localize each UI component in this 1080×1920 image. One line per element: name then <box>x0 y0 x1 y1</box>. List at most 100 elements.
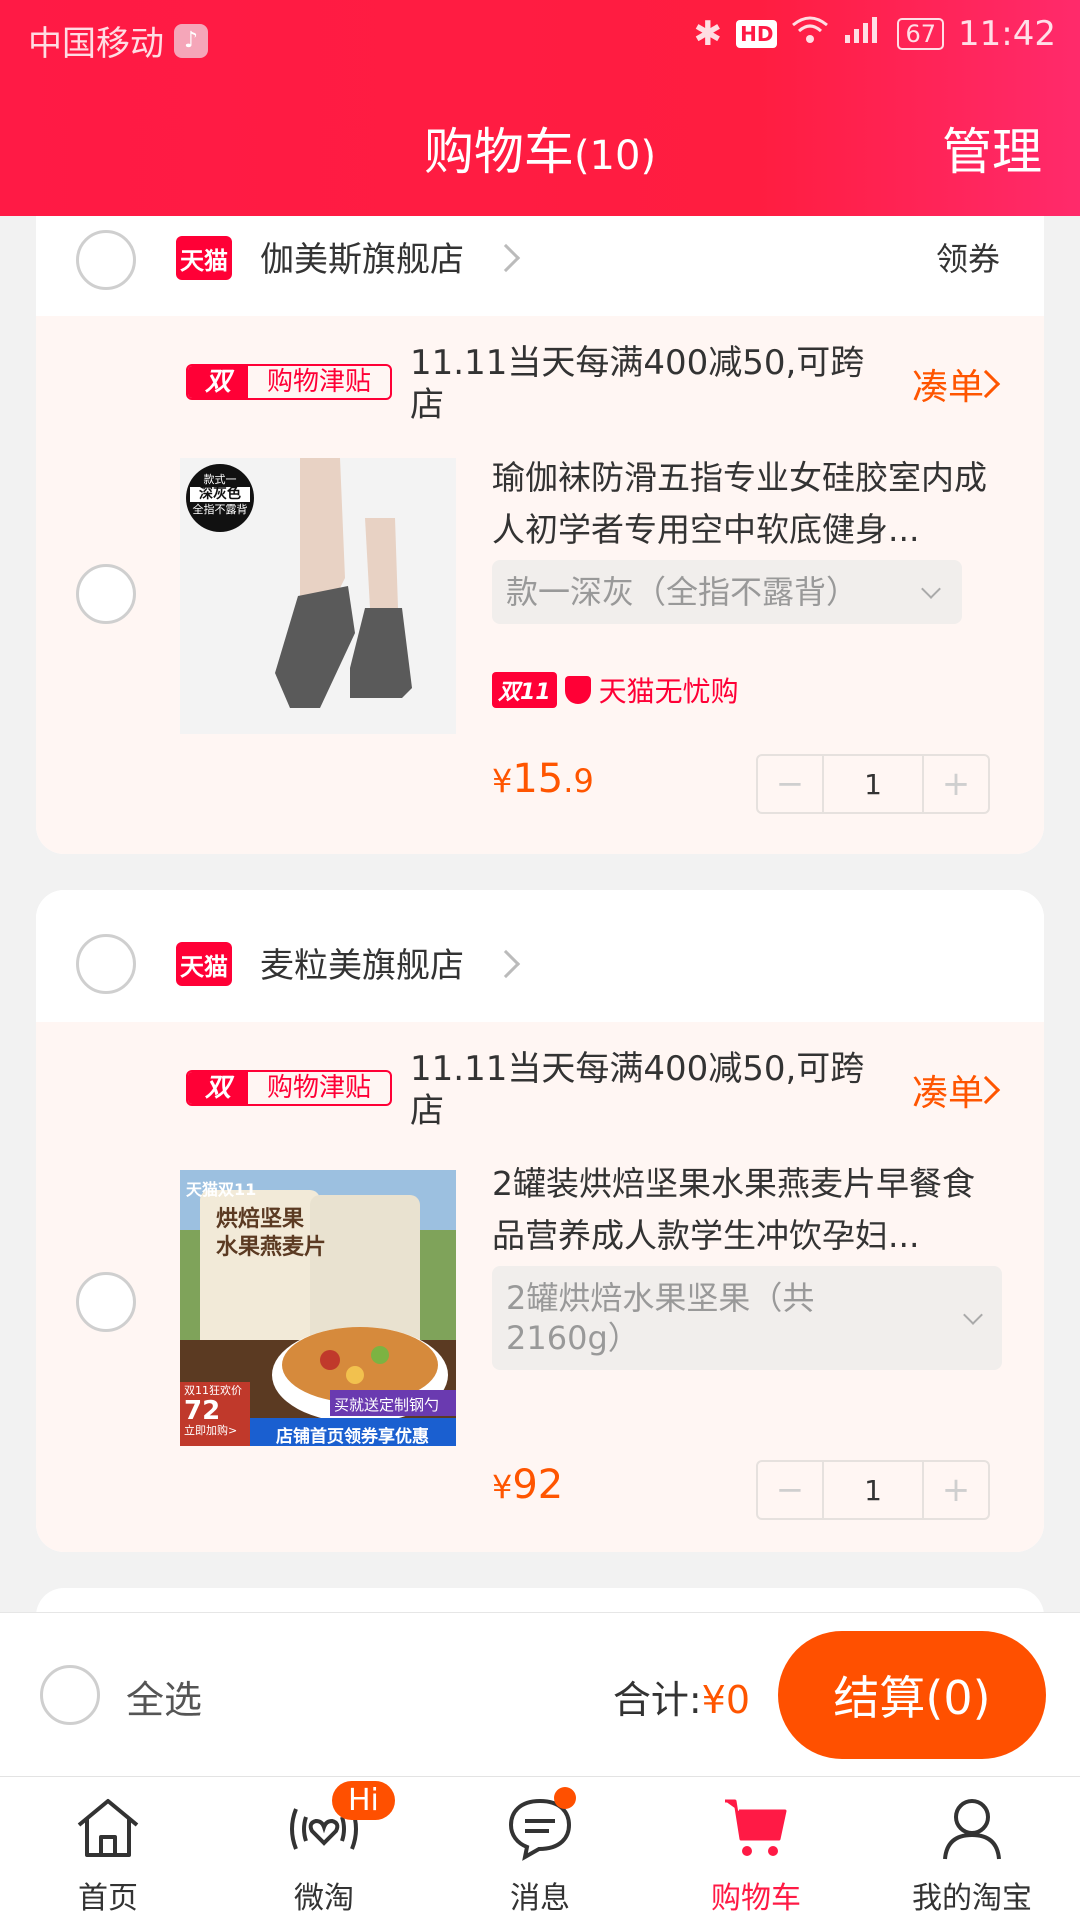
item-price: ¥92 <box>492 1462 563 1508</box>
thumb-bottom: 店铺首页领券享优惠 <box>276 1427 429 1446</box>
tmall-shield-icon <box>564 676 591 704</box>
shop-select-radio[interactable] <box>76 230 136 290</box>
tab-label: 我的淘宝 <box>912 1881 1032 1916</box>
coupon-button[interactable]: 领券 <box>936 234 1000 280</box>
promo-item-area: 双11购物津贴 11.11当天每满400减50,可跨店 凑单 天猫双11 <box>36 1022 1044 1552</box>
decrease-button[interactable]: − <box>758 756 822 812</box>
status-bar: 中国移动 ♪ ✱ HD 67 11:42 <box>0 0 1080 74</box>
bottom-tab-bar: 首页 Hi 微淘 消息 购物车 我的淘宝 <box>0 1776 1080 1920</box>
clock: 11:42 <box>958 14 1056 54</box>
checkout-bar: 全选 合计:¥0 结算(0) <box>0 1612 1080 1776</box>
signal-icon <box>843 14 883 54</box>
promo-text: 11.11当天每满400减50,可跨店 <box>410 343 865 425</box>
chevron-right-icon[interactable] <box>491 243 521 273</box>
sku-selector[interactable]: 2罐烘焙水果坚果（共2160g） <box>492 1266 1002 1370</box>
item-select-radio[interactable] <box>76 1272 136 1332</box>
header-bar: 中国移动 ♪ ✱ HD 67 11:42 购物车(10) 管理 <box>0 0 1080 216</box>
tab-weitao[interactable]: Hi 微淘 <box>216 1777 432 1920</box>
title-row: 购物车(10) 管理 <box>0 112 1080 192</box>
thumb-top-label: 天猫双11 <box>186 1180 257 1199</box>
unread-dot <box>554 1787 576 1809</box>
product-title[interactable]: 瑜伽袜防滑五指专业女硅胶室内成人初学者专用空中软底健身... <box>492 452 1002 556</box>
increase-button[interactable]: + <box>924 756 988 812</box>
select-all-radio[interactable] <box>40 1665 100 1725</box>
profile-icon <box>943 1799 1001 1860</box>
promo-item-area: 双11购物津贴 11.11当天每满400减50,可跨店 凑单 款式一 深灰色 全… <box>36 316 1044 854</box>
promo-text: 11.11当天每满400减50,可跨店 <box>410 1049 865 1131</box>
double11-subsidy-tag: 双11 购物津贴 <box>186 1070 392 1106</box>
checkout-button[interactable]: 结算(0) <box>778 1631 1046 1759</box>
quantity-stepper: − 1 + <box>756 1460 990 1520</box>
decrease-button[interactable]: − <box>758 1462 822 1518</box>
shop-card: 天猫 伽美斯旗舰店 领券 双11 购物津贴 11.11当天每满400减50,可跨店… <box>36 196 1044 854</box>
tmall-logo-icon: 天猫 <box>176 236 232 280</box>
tmall-logo-icon: 天猫 <box>176 942 232 986</box>
battery-icon: 67 <box>897 18 945 50</box>
quantity-stepper: − 1 + <box>756 754 990 814</box>
tab-label: 购物车 <box>711 1881 801 1916</box>
double11-badge: 双11 <box>492 672 557 708</box>
thumb-gift: 买就送定制钢勺 <box>334 1396 440 1414</box>
carrier: 中国移动 ♪ <box>28 16 208 65</box>
double11-subsidy-tag: 双11 购物津贴 <box>186 364 392 400</box>
price-integer: 15 <box>512 756 564 802</box>
wifi-icon <box>791 14 829 54</box>
hi-badge: Hi <box>332 1781 395 1820</box>
increase-button[interactable]: + <box>924 1462 988 1518</box>
shop-name[interactable]: 麦粒美旗舰店 <box>260 938 464 987</box>
shop-name[interactable]: 伽美斯旗舰店 <box>260 232 464 281</box>
total-label: 合计: <box>612 1678 702 1722</box>
tab-cart[interactable]: 购物车 <box>648 1777 864 1920</box>
price-symbol: ¥ <box>492 1468 513 1506</box>
item-select-radio[interactable] <box>76 564 136 624</box>
home-icon <box>77 1799 139 1857</box>
price-decimal: .9 <box>563 762 594 800</box>
bluetooth-icon: ✱ <box>693 14 723 54</box>
shop-header: 天猫 麦粒美旗舰店 <box>36 890 1044 1010</box>
select-all-label[interactable]: 全选 <box>126 1669 202 1724</box>
system-indicators: ✱ HD 67 11:42 <box>694 14 1056 54</box>
cart-count: (10) <box>573 133 657 179</box>
product-title[interactable]: 2罐装烘焙坚果水果燕麦片早餐食品营养成人款学生冲饮孕妇... <box>492 1158 1002 1262</box>
chevron-right-icon[interactable] <box>491 949 521 979</box>
sku-text: 款一深灰（全指不露背） <box>506 573 859 611</box>
thumb-label: 款式一 <box>203 473 237 486</box>
cart-icon <box>725 1799 787 1856</box>
total-amount: ¥0 <box>701 1678 750 1722</box>
tab-label: 首页 <box>78 1881 138 1916</box>
carrier-name: 中国移动 <box>28 24 164 64</box>
tab-label: 微淘 <box>294 1881 354 1916</box>
item-price: ¥15.9 <box>492 756 594 802</box>
tab-messages[interactable]: 消息 <box>432 1777 648 1920</box>
double11-tag-right: 购物津贴 <box>266 367 371 397</box>
sku-selector[interactable]: 款一深灰（全指不露背） <box>492 560 962 624</box>
price-integer: 92 <box>512 1462 564 1508</box>
double11-tag-right: 购物津贴 <box>266 1073 371 1103</box>
thumb-price: 72 <box>184 1396 221 1426</box>
thumb-buy: 立即加购> <box>184 1424 238 1437</box>
thumb-label: 全指不露背 <box>192 503 248 516</box>
page-title-text: 购物车 <box>423 123 574 181</box>
shop-select-radio[interactable] <box>76 934 136 994</box>
tmall-assurance-badge: 天猫无忧购 <box>598 675 739 708</box>
hd-icon: HD <box>736 20 778 48</box>
tab-label: 消息 <box>510 1881 570 1916</box>
total: 合计:¥0 <box>613 1669 750 1724</box>
music-app-icon: ♪ <box>174 23 208 58</box>
quantity-value[interactable]: 1 <box>822 1462 924 1518</box>
double11-tag-left: 双11 <box>188 366 248 398</box>
thumb-title: 水果燕麦片 <box>216 1235 327 1260</box>
tab-home[interactable]: 首页 <box>0 1777 216 1920</box>
manage-button[interactable]: 管理 <box>942 112 1042 192</box>
tab-profile[interactable]: 我的淘宝 <box>864 1777 1080 1920</box>
page-title: 购物车(10) <box>0 112 1080 196</box>
service-badges: 双11 天猫无忧购 <box>492 670 739 710</box>
shop-card: 天猫 麦粒美旗舰店 双11购物津贴 11.11当天每满400减50,可跨店 凑单 <box>36 890 1044 1552</box>
price-symbol: ¥ <box>492 762 513 800</box>
thumb-label: 深灰色 <box>190 487 250 502</box>
double11-tag-left: 双11 <box>188 1072 248 1104</box>
quantity-value[interactable]: 1 <box>822 756 924 812</box>
product-image[interactable]: 款式一 深灰色 全指不露背 <box>180 458 456 734</box>
thumb-title: 烘焙坚果 <box>216 1207 305 1232</box>
product-image[interactable]: 天猫双11 烘焙坚果 水果燕麦片 双11狂欢价 72 立即加购> 买就送定制钢勺… <box>180 1170 456 1446</box>
